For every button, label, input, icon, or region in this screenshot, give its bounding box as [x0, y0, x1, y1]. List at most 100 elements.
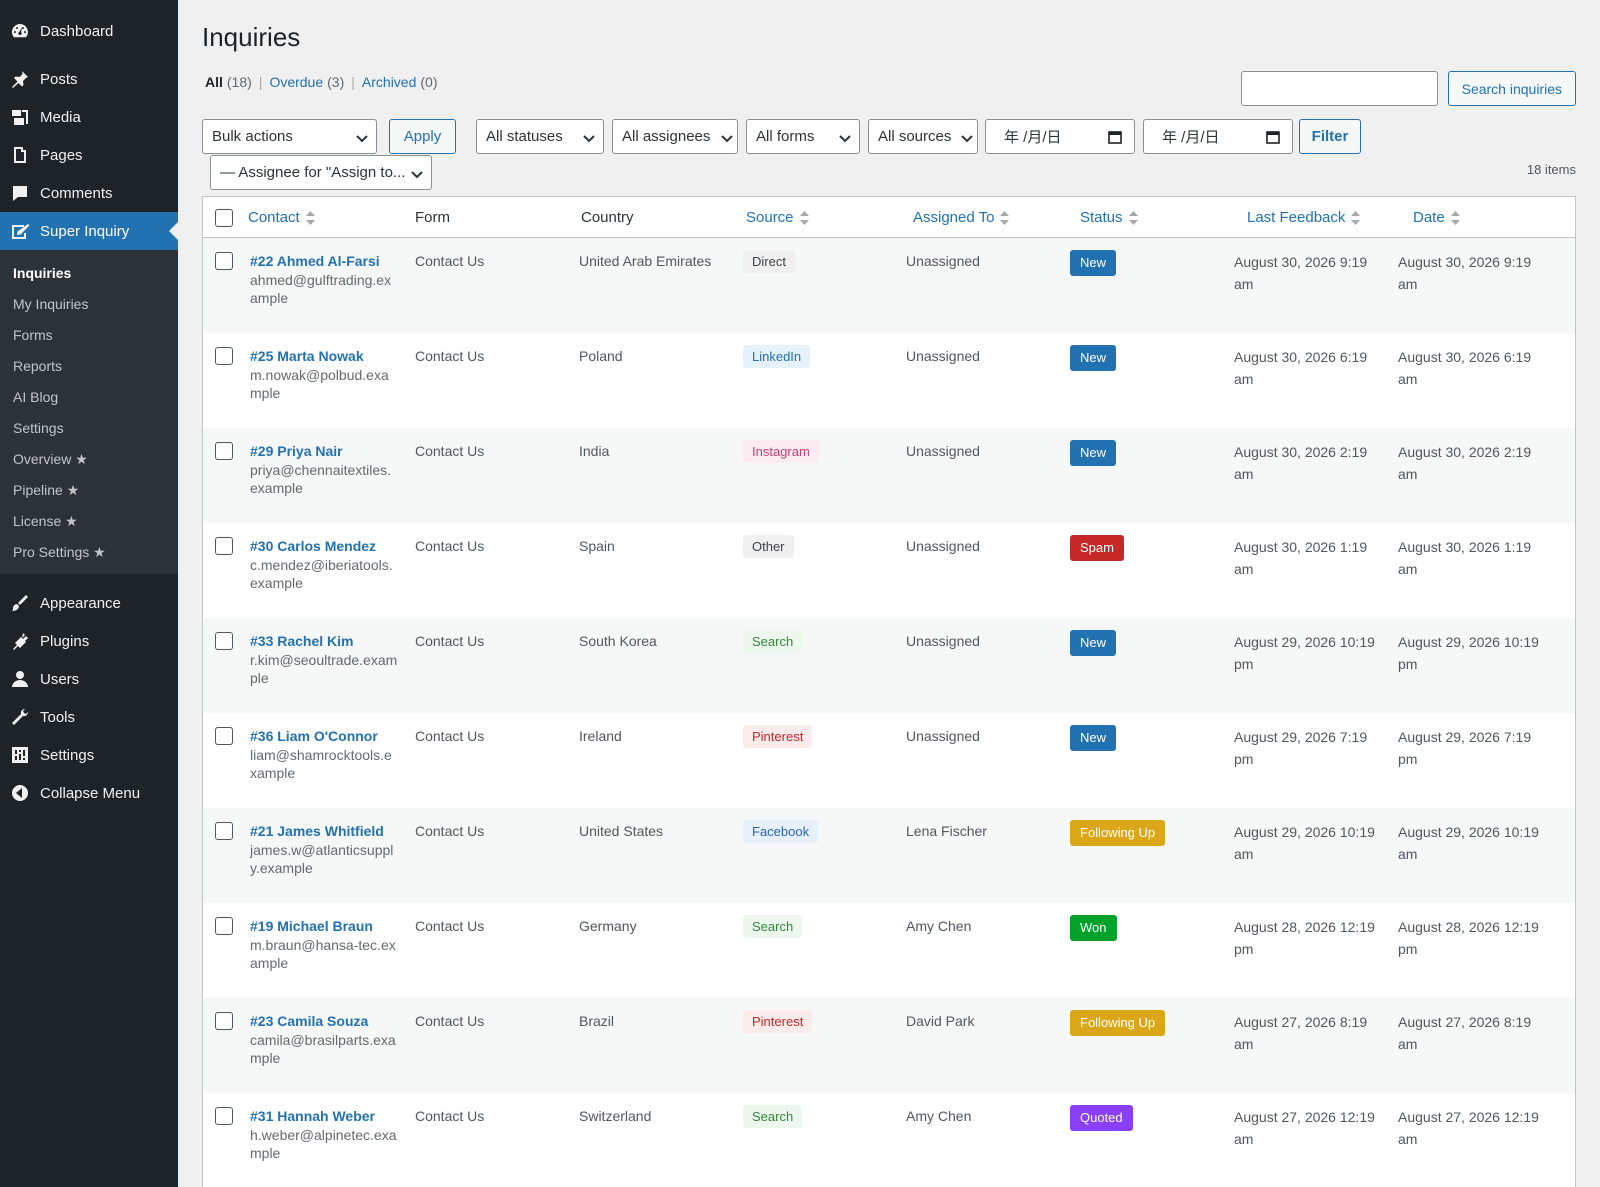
row-checkbox[interactable]: [215, 442, 233, 460]
submenu-inquiries[interactable]: Inquiries: [0, 258, 178, 289]
column-label: Status: [1080, 209, 1123, 226]
menu-media[interactable]: Media: [0, 98, 178, 136]
status-badge: Quoted: [1070, 1105, 1133, 1131]
row-checkbox[interactable]: [215, 252, 233, 270]
menu-label: Super Inquiry: [40, 222, 130, 240]
sort-icon: [799, 210, 809, 225]
submenu-reports[interactable]: Reports: [0, 351, 178, 382]
contact-name-link[interactable]: #21 James Whitfield: [250, 821, 400, 841]
source-badge: Search: [743, 1105, 803, 1128]
submenu-settings[interactable]: Settings: [0, 413, 178, 444]
assigned-cell: David Park: [906, 1013, 975, 1029]
contact-name-link[interactable]: #22 Ahmed Al-Farsi: [250, 251, 400, 271]
row-checkbox[interactable]: [215, 822, 233, 840]
contact-email: m.braun@hansa-tec.example: [250, 937, 396, 971]
last-feedback-cell: August 27, 2026 12:19 am: [1234, 1109, 1375, 1147]
row-checkbox[interactable]: [215, 1107, 233, 1125]
date-from-value: 年 /月/日: [1004, 129, 1062, 146]
menu-appearance[interactable]: Appearance: [0, 584, 178, 622]
table-row: #25 Marta Nowak m.nowak@polbud.example Con…: [203, 333, 1575, 428]
status-filter-value: All statuses: [486, 128, 563, 145]
select-all-checkbox[interactable]: [215, 209, 233, 227]
column-source[interactable]: Source: [746, 209, 809, 226]
source-filter-select[interactable]: All sources: [868, 119, 978, 154]
apply-button[interactable]: Apply: [389, 119, 456, 154]
menu-pages[interactable]: Pages: [0, 136, 178, 174]
column-date[interactable]: Date: [1413, 209, 1460, 226]
row-checkbox[interactable]: [215, 917, 233, 935]
table-row: #31 Hannah Weber h.weber@alpinetec.exampl…: [203, 1093, 1575, 1187]
table-row: #33 Rachel Kim r.kim@seoultrade.example Co…: [203, 618, 1575, 713]
contact-name-link[interactable]: #33 Rachel Kim: [250, 631, 400, 651]
menu-label: Collapse Menu: [40, 784, 141, 802]
assign-to-value: — Assignee for "Assign to...: [220, 164, 406, 181]
contact-name-link[interactable]: #36 Liam O'Connor: [250, 726, 400, 746]
search-inquiries-button[interactable]: Search inquiries: [1447, 71, 1576, 106]
column-last-feedback[interactable]: Last Feedback: [1247, 209, 1361, 226]
date-cell: August 30, 2026 2:19 am: [1398, 444, 1532, 482]
bulk-actions-select[interactable]: Bulk actions: [202, 119, 377, 154]
date-cell: August 27, 2026 8:19 am: [1398, 1014, 1532, 1052]
chevron-down-icon: [356, 131, 368, 143]
contact-name-link[interactable]: #23 Camila Souza: [250, 1011, 400, 1031]
column-assigned-to[interactable]: Assigned To: [913, 209, 1010, 226]
assign-to-select[interactable]: — Assignee for "Assign to...: [210, 155, 432, 190]
status-badge: Won: [1070, 915, 1117, 941]
submenu-ai-blog[interactable]: AI Blog: [0, 382, 178, 413]
column-contact[interactable]: Contact: [248, 209, 315, 226]
last-feedback-cell: August 29, 2026 10:19 pm: [1234, 634, 1375, 672]
row-checkbox[interactable]: [215, 632, 233, 650]
table-row: #36 Liam O'Connor liam@shamrocktools.exam…: [203, 713, 1575, 808]
menu-collapse[interactable]: Collapse Menu: [0, 774, 178, 812]
contact-name-link[interactable]: #31 Hannah Weber: [250, 1106, 400, 1126]
assignee-filter-select[interactable]: All assignees: [612, 119, 738, 154]
row-checkbox[interactable]: [215, 1012, 233, 1030]
sort-icon: [1000, 210, 1010, 225]
menu-comments[interactable]: Comments: [0, 174, 178, 212]
search-input[interactable]: [1240, 71, 1438, 106]
table-body: #22 Ahmed Al-Farsi ahmed@gulftrading.exam…: [203, 238, 1575, 1187]
contact-name-link[interactable]: #19 Michael Braun: [250, 916, 400, 936]
status-filter-select[interactable]: All statuses: [476, 119, 604, 154]
contact-email: m.nowak@polbud.example: [250, 367, 389, 401]
view-archived[interactable]: Archived (0): [362, 74, 438, 90]
submenu-overview[interactable]: Overview ★: [0, 444, 178, 475]
menu-settings[interactable]: Settings: [0, 736, 178, 774]
form-filter-select[interactable]: All forms: [746, 119, 860, 154]
row-checkbox[interactable]: [215, 347, 233, 365]
contact-name-link[interactable]: #30 Carlos Mendez: [250, 536, 400, 556]
submenu-license[interactable]: License ★: [0, 506, 178, 537]
view-separator: |: [351, 74, 355, 90]
contact-name-link[interactable]: #25 Marta Nowak: [250, 346, 400, 366]
assigned-cell: Lena Fischer: [906, 823, 987, 839]
date-from-input[interactable]: 年 /月/日: [985, 119, 1135, 154]
menu-users[interactable]: Users: [0, 660, 178, 698]
calendar-icon[interactable]: [1108, 130, 1122, 144]
menu-dashboard[interactable]: Dashboard: [0, 12, 178, 50]
date-to-input[interactable]: 年 /月/日: [1143, 119, 1293, 154]
column-status[interactable]: Status: [1080, 209, 1138, 226]
assigned-cell: Amy Chen: [906, 918, 972, 934]
form-cell: Contact Us: [415, 1108, 485, 1124]
submenu-pipeline[interactable]: Pipeline ★: [0, 475, 178, 506]
last-feedback-cell: August 29, 2026 10:19 am: [1234, 824, 1375, 862]
menu-tools[interactable]: Tools: [0, 698, 178, 736]
assigned-cell: Unassigned: [906, 538, 980, 554]
form-cell: Contact Us: [415, 1013, 485, 1029]
submenu-pro-settings[interactable]: Pro Settings ★: [0, 537, 178, 568]
row-checkbox[interactable]: [215, 537, 233, 555]
filter-button[interactable]: Filter: [1299, 119, 1361, 154]
contact-name-link[interactable]: #29 Priya Nair: [250, 441, 400, 461]
menu-super-inquiry[interactable]: Super Inquiry: [0, 212, 178, 250]
table-row: #19 Michael Braun m.braun@hansa-tec.examp…: [203, 903, 1575, 998]
view-overdue[interactable]: Overdue (3): [269, 74, 344, 90]
row-checkbox[interactable]: [215, 727, 233, 745]
date-cell: August 29, 2026 7:19 pm: [1398, 729, 1532, 767]
submenu-forms[interactable]: Forms: [0, 320, 178, 351]
menu-posts[interactable]: Posts: [0, 60, 178, 98]
submenu-my-inquiries[interactable]: My Inquiries: [0, 289, 178, 320]
last-feedback-cell: August 27, 2026 8:19 am: [1234, 1014, 1368, 1052]
calendar-icon[interactable]: [1266, 130, 1280, 144]
menu-plugins[interactable]: Plugins: [0, 622, 178, 660]
view-all[interactable]: All (18): [205, 74, 252, 90]
